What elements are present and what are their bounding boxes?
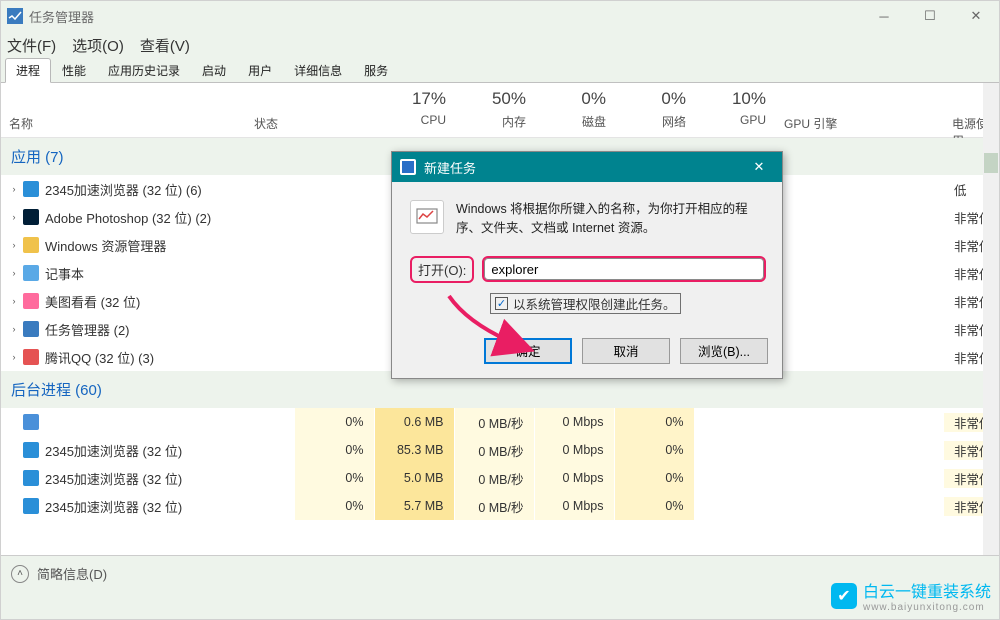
open-label: 打开(O):	[410, 256, 474, 283]
column-headers: 名称 状态 17%CPU 50%内存 0%磁盘 0%网络 10%GPU GPU …	[1, 83, 999, 138]
tab-bar: 进程 性能 应用历史记录 启动 用户 详细信息 服务	[1, 59, 999, 83]
process-row[interactable]: 2345加速浏览器 (32 位)0%5.0 MB0 MB/秒0 Mbps0%非常…	[1, 464, 999, 492]
process-name: Adobe Photoshop (32 位) (2)	[45, 208, 404, 227]
process-name: 2345加速浏览器 (32 位)	[45, 469, 295, 488]
process-icon	[23, 293, 39, 309]
dialog-title-bar[interactable]: 新建任务 ✕	[392, 152, 782, 182]
tab-details[interactable]: 详细信息	[283, 58, 353, 82]
browse-button[interactable]: 浏览(B)...	[680, 338, 768, 364]
tab-services[interactable]: 服务	[353, 58, 399, 82]
col-status[interactable]: 状态	[246, 83, 376, 137]
window-title: 任务管理器	[29, 7, 993, 26]
col-name[interactable]: 名称	[1, 83, 246, 137]
expand-icon[interactable]: ›	[1, 268, 19, 278]
process-name: 美图看看 (32 位)	[45, 292, 404, 311]
scrollbar[interactable]	[983, 83, 999, 555]
process-icon	[23, 237, 39, 253]
expand-icon[interactable]: ›	[1, 296, 19, 306]
col-cpu[interactable]: 17%CPU	[376, 83, 456, 137]
collapse-icon[interactable]: ˄	[11, 565, 29, 583]
open-input[interactable]	[484, 258, 764, 280]
process-name: 记事本	[45, 264, 404, 283]
menu-view[interactable]: 查看(V)	[140, 35, 190, 56]
col-net[interactable]: 0%网络	[616, 83, 696, 137]
process-icon	[23, 209, 39, 225]
run-dialog: 新建任务 ✕ Windows 将根据你所键入的名称，为你打开相应的程序、文件夹、…	[391, 151, 783, 379]
dialog-title: 新建任务	[424, 158, 476, 177]
col-gpu[interactable]: 10%GPU	[696, 83, 776, 137]
dialog-icon	[400, 159, 416, 175]
task-manager-window: 任务管理器 ─ ☐ ✕ 文件(F) 选项(O) 查看(V) 进程 性能 应用历史…	[0, 0, 1000, 620]
app-icon	[7, 8, 23, 24]
expand-icon[interactable]: ›	[1, 184, 19, 194]
process-icon	[23, 414, 39, 430]
process-icon	[23, 442, 39, 458]
process-name: Windows 资源管理器	[45, 236, 404, 255]
tab-history[interactable]: 应用历史记录	[97, 58, 191, 82]
process-icon	[23, 181, 39, 197]
maximize-button[interactable]: ☐	[907, 1, 953, 31]
tab-processes[interactable]: 进程	[5, 58, 51, 83]
menu-file[interactable]: 文件(F)	[7, 35, 56, 56]
process-icon	[23, 470, 39, 486]
minimize-button[interactable]: ─	[861, 1, 907, 31]
tab-performance[interactable]: 性能	[51, 58, 97, 82]
admin-checkbox[interactable]: ✓	[495, 297, 508, 310]
process-icon	[23, 349, 39, 365]
ok-button[interactable]: 确定	[484, 338, 572, 364]
process-icon	[23, 321, 39, 337]
watermark-icon: ✔	[831, 583, 857, 609]
menu-options[interactable]: 选项(O)	[72, 35, 124, 56]
expand-icon[interactable]: ›	[1, 212, 19, 222]
process-row[interactable]: 2345加速浏览器 (32 位)0%5.7 MB0 MB/秒0 Mbps0%非常…	[1, 492, 999, 520]
title-bar[interactable]: 任务管理器 ─ ☐ ✕	[1, 1, 999, 31]
simple-info-button[interactable]: 简略信息(D)	[37, 564, 107, 583]
process-row[interactable]: 2345加速浏览器 (32 位)0%85.3 MB0 MB/秒0 Mbps0%非…	[1, 436, 999, 464]
col-disk[interactable]: 0%磁盘	[536, 83, 616, 137]
col-gpu-engine[interactable]: GPU 引擎	[776, 83, 944, 137]
tab-startup[interactable]: 启动	[191, 58, 237, 82]
process-name: 任务管理器 (2)	[45, 320, 404, 339]
tab-users[interactable]: 用户	[237, 58, 283, 82]
cancel-button[interactable]: 取消	[582, 338, 670, 364]
process-name: 腾讯QQ (32 位) (3)	[45, 348, 404, 367]
watermark: ✔ 白云一键重装系统 www.baiyunxitong.com	[831, 578, 991, 613]
process-row[interactable]: 0%0.6 MB0 MB/秒0 Mbps0%非常低	[1, 408, 999, 436]
run-icon	[410, 200, 444, 234]
process-name: 2345加速浏览器 (32 位) (6)	[45, 180, 404, 199]
close-button[interactable]: ✕	[953, 1, 999, 31]
menu-bar: 文件(F) 选项(O) 查看(V)	[1, 31, 999, 59]
process-icon	[23, 265, 39, 281]
process-name: 2345加速浏览器 (32 位)	[45, 441, 295, 460]
col-mem[interactable]: 50%内存	[456, 83, 536, 137]
dialog-message: Windows 将根据你所键入的名称，为你打开相应的程序、文件夹、文档或 Int…	[456, 200, 764, 238]
expand-icon[interactable]: ›	[1, 324, 19, 334]
admin-label: 以系统管理权限创建此任务。	[513, 294, 676, 313]
dialog-close-button[interactable]: ✕	[744, 159, 774, 175]
expand-icon[interactable]: ›	[1, 352, 19, 362]
process-icon	[23, 498, 39, 514]
process-name: 2345加速浏览器 (32 位)	[45, 497, 295, 516]
expand-icon[interactable]: ›	[1, 240, 19, 250]
scrollbar-thumb[interactable]	[984, 153, 998, 173]
